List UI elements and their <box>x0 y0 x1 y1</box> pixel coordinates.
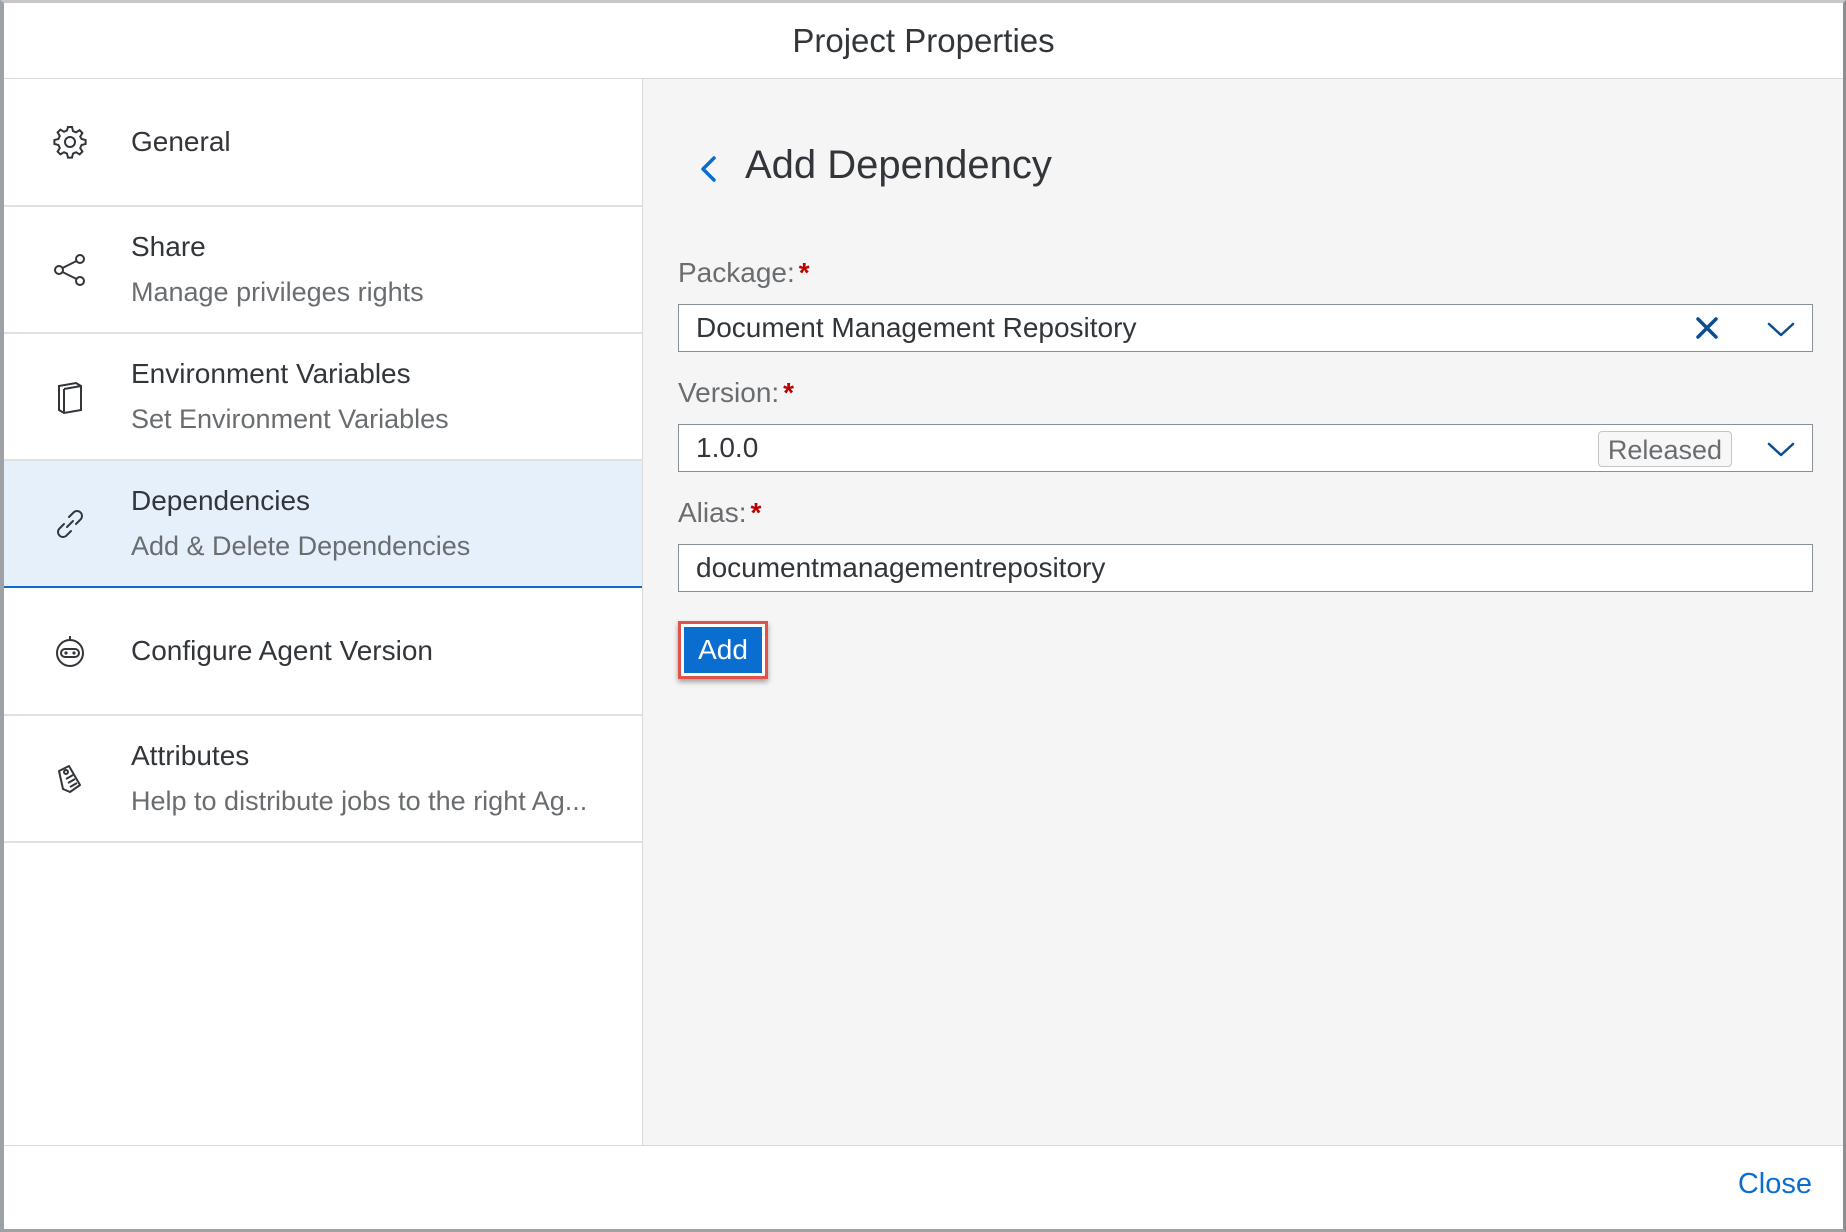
dialog-footer: Close <box>4 1145 1843 1229</box>
package-value: Document Management Repository <box>696 312 1137 343</box>
sidebar-item-general[interactable]: General <box>4 79 642 207</box>
required-marker: * <box>783 377 795 408</box>
sidebar-item-configure-agent-version[interactable]: Configure Agent Version <box>4 588 642 716</box>
chevron-down-icon[interactable] <box>1766 315 1796 343</box>
add-dependency-panel: Add Dependency Package: * Document Manage… <box>643 79 1843 1146</box>
status-badge: Released <box>1597 431 1732 467</box>
link-icon <box>50 504 90 544</box>
dialog-header: Project Properties <box>4 3 1843 79</box>
sidebar-item-label: Share <box>131 231 206 262</box>
version-value: 1.0.0 <box>696 432 759 463</box>
required-marker: * <box>798 257 810 288</box>
version-label-text: Version: <box>678 377 780 408</box>
chevron-down-icon[interactable] <box>1766 435 1796 463</box>
sidebar-item-attributes[interactable]: Attributes Help to distribute jobs to th… <box>4 716 642 843</box>
document-icon <box>50 377 90 417</box>
share-icon <box>50 250 90 290</box>
sidebar-item-label: General <box>131 126 231 157</box>
version-combobox[interactable]: 1.0.0 Released <box>678 424 1813 472</box>
add-button-highlight: Add <box>678 621 768 679</box>
gear-icon <box>50 122 90 162</box>
package-label-text: Package: <box>678 257 795 288</box>
sidebar-item-dependencies[interactable]: Dependencies Add & Delete Dependencies <box>4 461 642 588</box>
alias-label: Alias: * <box>678 497 761 529</box>
alias-label-text: Alias: <box>678 497 747 528</box>
sidebar-item-description: Help to distribute jobs to the right Ag.… <box>131 786 588 816</box>
dialog-title: Project Properties <box>792 21 1055 59</box>
sidebar-item-label: Configure Agent Version <box>131 635 433 666</box>
sidebar-item-share[interactable]: Share Manage privileges rights <box>4 207 642 334</box>
project-properties-dialog: Project Properties General Share Manage … <box>0 0 1846 1232</box>
version-label: Version: * <box>678 377 794 409</box>
package-label: Package: * <box>678 257 810 289</box>
sidebar-item-label: Environment Variables <box>131 358 411 389</box>
sidebar-item-description: Add & Delete Dependencies <box>131 531 471 561</box>
tag-icon <box>50 759 90 799</box>
sidebar-item-environment-variables[interactable]: Environment Variables Set Environment Va… <box>4 334 642 461</box>
required-marker: * <box>750 497 762 528</box>
alias-value: documentmanagementrepository <box>696 552 1106 583</box>
add-button[interactable]: Add <box>684 627 762 673</box>
robot-icon <box>50 631 90 671</box>
chevron-left-icon[interactable] <box>691 151 727 187</box>
sidebar-item-label: Dependencies <box>131 485 311 516</box>
page-title: Add Dependency <box>745 143 1052 187</box>
sidebar-item-description: Set Environment Variables <box>131 404 449 434</box>
sidebar: General Share Manage privileges rights E… <box>4 79 643 1146</box>
package-combobox[interactable]: Document Management Repository <box>678 304 1813 352</box>
close-button[interactable]: Close <box>1738 1168 1812 1201</box>
clear-icon[interactable] <box>1692 313 1722 343</box>
sidebar-item-description: Manage privileges rights <box>131 277 424 307</box>
alias-input[interactable]: documentmanagementrepository <box>678 544 1813 592</box>
sidebar-item-label: Attributes <box>131 740 250 771</box>
